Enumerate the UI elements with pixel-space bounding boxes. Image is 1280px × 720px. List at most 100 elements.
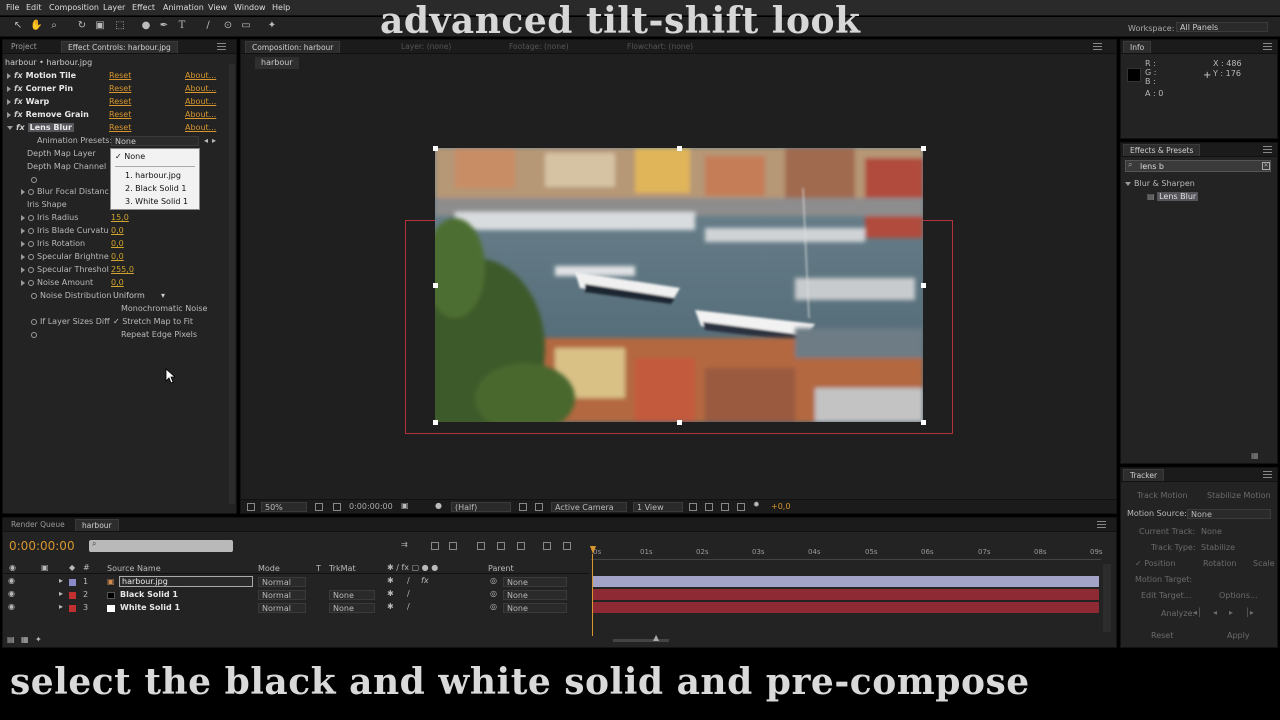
category-blur-sharpen[interactable]: Blur & Sharpen bbox=[1125, 178, 1195, 190]
tab-tracker[interactable]: Tracker bbox=[1123, 469, 1165, 481]
menu-composition[interactable]: Composition bbox=[49, 3, 99, 12]
tab-effect-controls[interactable]: Effect Controls: harbour.jpg bbox=[61, 41, 178, 53]
timeline-search-input[interactable]: ⌕ bbox=[89, 539, 233, 552]
menu-view[interactable]: View bbox=[208, 3, 227, 12]
timeline-icon[interactable] bbox=[737, 503, 745, 511]
expand-icon[interactable] bbox=[21, 188, 25, 195]
reset-link[interactable]: Reset bbox=[109, 96, 131, 108]
reset-link[interactable]: Reset bbox=[109, 109, 131, 121]
tab-info[interactable]: Info bbox=[1123, 41, 1152, 53]
expand-icon[interactable] bbox=[21, 227, 25, 234]
stopwatch-icon[interactable] bbox=[28, 253, 34, 260]
collapse-icon[interactable] bbox=[1125, 181, 1131, 186]
parent-select[interactable]: None bbox=[503, 577, 567, 587]
transform-handle[interactable] bbox=[921, 420, 926, 425]
stopwatch-icon[interactable] bbox=[28, 188, 34, 195]
timeline-scrollbar[interactable] bbox=[1103, 564, 1111, 632]
stopwatch-icon[interactable] bbox=[28, 266, 34, 273]
layer-bar-harbour[interactable] bbox=[593, 576, 1099, 587]
dropdown-option-harbour[interactable]: 1. harbour.jpg bbox=[125, 170, 181, 182]
layer-name[interactable]: White Solid 1 bbox=[120, 603, 180, 612]
expand-icon[interactable] bbox=[21, 279, 25, 286]
text-icon[interactable]: T bbox=[176, 20, 188, 32]
reset-link[interactable]: Reset bbox=[109, 122, 131, 134]
layer-row[interactable]: ◉ ▸ 2 Black Solid 1 Normal None ✱ ∕ ◎ No… bbox=[3, 589, 589, 601]
camera-select[interactable]: Active Camera bbox=[551, 502, 627, 512]
reset-link[interactable]: Reset bbox=[109, 70, 131, 82]
parent-header[interactable]: Parent bbox=[488, 564, 514, 573]
motion-source-select[interactable]: None bbox=[1187, 509, 1271, 519]
tab-render-queue[interactable]: Render Queue bbox=[5, 519, 71, 531]
pan-behind-icon[interactable]: ⬚ bbox=[114, 20, 126, 32]
parent-pickwhip-icon[interactable]: ◎ bbox=[490, 589, 497, 598]
preset-prev-icon[interactable]: ◂ bbox=[204, 136, 208, 145]
stopwatch-icon[interactable] bbox=[28, 227, 34, 234]
channel-icon[interactable]: ● bbox=[435, 501, 442, 510]
transparency-grid-icon[interactable] bbox=[535, 503, 543, 511]
tab-flowchart[interactable]: Flowchart: (none) bbox=[621, 41, 699, 53]
eye-icon[interactable]: ◉ bbox=[8, 589, 15, 598]
transform-handle[interactable] bbox=[677, 420, 682, 425]
shy-switch-icon[interactable]: ✱ bbox=[387, 589, 394, 598]
layer-row[interactable]: ◉ ▸ 1 ▣ harbour.jpg Normal ✱ ∕ fx ◎ None bbox=[3, 576, 589, 588]
expand-icon[interactable] bbox=[21, 214, 25, 221]
analyze-backward-icon[interactable]: ◂ bbox=[1213, 608, 1217, 617]
noise-distribution-select[interactable]: Uniform ▾ bbox=[113, 290, 169, 302]
specular-brightness-value[interactable]: 0,0 bbox=[111, 251, 124, 263]
mode-select[interactable]: Normal bbox=[258, 577, 306, 587]
edit-target-button[interactable]: Edit Target... bbox=[1141, 590, 1191, 602]
stabilize-motion-button[interactable]: Stabilize Motion bbox=[1207, 490, 1271, 502]
exposure-icon[interactable]: ✹ bbox=[753, 500, 760, 509]
panel-menu-icon[interactable] bbox=[1263, 471, 1272, 478]
parent-pickwhip-icon[interactable]: ◎ bbox=[490, 602, 497, 611]
time-ruler[interactable] bbox=[591, 544, 1101, 560]
view-layout-select[interactable]: 1 View bbox=[633, 502, 683, 512]
current-time[interactable]: 0:00:00:00 bbox=[349, 502, 393, 511]
scrollbar[interactable] bbox=[229, 64, 235, 504]
about-link[interactable]: About... bbox=[185, 96, 216, 108]
flowchart-icon[interactable] bbox=[721, 503, 729, 511]
snapshot-icon[interactable]: ▣ bbox=[401, 501, 409, 510]
live-update-icon[interactable] bbox=[431, 542, 439, 550]
quality-switch-icon[interactable]: ∕ bbox=[407, 576, 410, 585]
panel-menu-icon[interactable] bbox=[1093, 43, 1102, 50]
fast-previews-icon[interactable] bbox=[705, 503, 713, 511]
always-preview-icon[interactable] bbox=[247, 503, 255, 511]
iris-radius-value[interactable]: 15,0 bbox=[111, 212, 129, 224]
pen-icon[interactable]: ✒ bbox=[158, 20, 170, 32]
current-track-value[interactable]: None bbox=[1201, 526, 1222, 538]
clone-icon[interactable]: ⊙ bbox=[222, 20, 234, 32]
menu-file[interactable]: File bbox=[6, 3, 19, 12]
collapse-icon[interactable] bbox=[7, 125, 13, 130]
panel-menu-icon[interactable] bbox=[1097, 521, 1106, 528]
expand-icon[interactable]: ▸ bbox=[59, 602, 63, 611]
fx-icon[interactable]: fx bbox=[14, 71, 23, 80]
puppet-icon[interactable]: ✦ bbox=[266, 20, 278, 32]
transform-handle[interactable] bbox=[921, 146, 926, 151]
in-out-toggle-icon[interactable]: ✦ bbox=[35, 635, 42, 644]
clear-search-icon[interactable]: ✕ bbox=[1262, 162, 1270, 170]
brush-icon[interactable]: ∕ bbox=[202, 20, 214, 32]
stopwatch-icon[interactable] bbox=[28, 214, 34, 221]
harbour-image[interactable] bbox=[435, 148, 923, 422]
specular-threshold-value[interactable]: 255,0 bbox=[111, 264, 134, 276]
toggle-pixel-icon[interactable] bbox=[689, 503, 697, 511]
repeat-edge-checkbox[interactable]: Repeat Edge Pixels bbox=[121, 329, 197, 341]
transform-handle[interactable] bbox=[433, 283, 438, 288]
camera-icon[interactable]: ▣ bbox=[94, 20, 106, 32]
stopwatch-icon[interactable] bbox=[31, 177, 37, 183]
analyze-forward-frame-icon[interactable]: │▸ bbox=[1245, 608, 1254, 617]
hide-shy-icon[interactable] bbox=[477, 542, 485, 550]
trkmat-header[interactable]: TrkMat bbox=[329, 564, 356, 573]
zoom-icon[interactable]: ⌕ bbox=[48, 20, 60, 32]
menu-window[interactable]: Window bbox=[234, 3, 266, 12]
about-link[interactable]: About... bbox=[185, 122, 216, 134]
transform-handle[interactable] bbox=[921, 283, 926, 288]
about-link[interactable]: About... bbox=[185, 83, 216, 95]
expand-icon[interactable] bbox=[7, 98, 11, 105]
eye-icon[interactable]: ◉ bbox=[8, 576, 15, 585]
mask-visibility-icon[interactable] bbox=[333, 503, 341, 511]
label-color-swatch[interactable] bbox=[69, 592, 76, 599]
track-motion-button[interactable]: Track Motion bbox=[1137, 490, 1188, 502]
track-type-value[interactable]: Stabilize bbox=[1201, 542, 1235, 554]
